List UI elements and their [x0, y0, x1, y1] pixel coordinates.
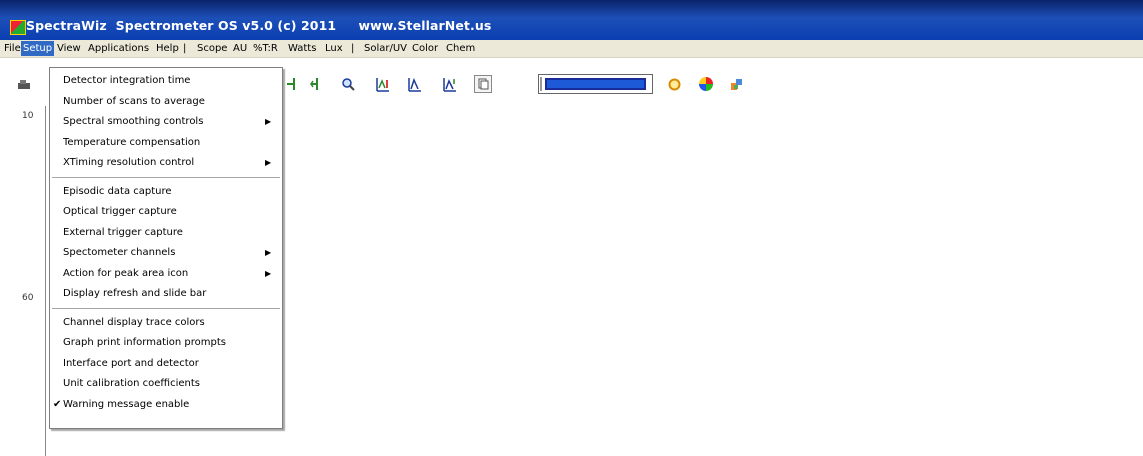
menu-watts[interactable]: Watts [286, 41, 318, 56]
submenu-arrow-icon: ▶ [265, 158, 272, 167]
menu-scope[interactable]: Scope [195, 41, 229, 56]
autoscale-icon[interactable] [373, 75, 391, 93]
menu-applications[interactable]: Applications [86, 41, 151, 56]
setup-menu-item[interactable]: ✔ Warning message enable [50, 395, 282, 415]
setup-menu-item-label: Unit calibration coefficients [63, 378, 200, 389]
menu-bar: File Setup View Applications Help | Scop… [0, 40, 1143, 58]
setup-menu-item[interactable]: Graph print information prompts [50, 333, 282, 353]
y-axis [45, 106, 46, 456]
menu-solar-uv[interactable]: Solar/UV [362, 41, 409, 56]
setup-menu-item[interactable]: Spectral smoothing controls ▶ [50, 112, 282, 132]
setup-menu-item-label: Number of scans to average [63, 95, 205, 107]
menu-color[interactable]: Color [410, 41, 440, 56]
menu-separator: | [183, 43, 187, 54]
setup-menu-item-label: Display refresh and slide bar [63, 288, 207, 299]
trace-color-swatch[interactable] [538, 74, 653, 94]
setup-dropdown-menu: Detector integration time Number of scans… [49, 67, 283, 429]
peak-area-icon[interactable] [440, 75, 458, 93]
setup-menu-item[interactable]: Optical trigger capture [50, 202, 282, 222]
setup-menu-item-label: Warning message enable [63, 398, 190, 410]
setup-menu-item-label: Temperature compensation [63, 136, 201, 148]
menu-separator [52, 176, 280, 179]
circle-icon[interactable] [665, 75, 683, 93]
setup-menu-item-label: Episodic data capture [63, 185, 172, 197]
setup-menu-item[interactable]: Spectometer channels ▶ [50, 243, 282, 263]
setup-menu-item[interactable]: Temperature compensation [50, 133, 282, 153]
setup-menu-item-label: Channel display trace colors [63, 316, 205, 328]
swatch-divider [540, 77, 542, 91]
y-tick-label: 10 [22, 111, 34, 121]
paint-icon[interactable] [728, 75, 746, 93]
setup-menu-item-label: Spectometer channels [63, 247, 176, 258]
setup-menu-item-label: Graph print information prompts [63, 337, 226, 348]
submenu-arrow-icon: ▶ [265, 248, 272, 257]
title-bar[interactable]: SpectraWiz Spectrometer OS v5.0 (c) 2011… [0, 0, 1143, 40]
menu-setup[interactable]: Setup [21, 41, 55, 56]
setup-menu-item-label: External trigger capture [63, 226, 183, 238]
menu-help[interactable]: Help [154, 41, 181, 56]
cursor-left-icon[interactable] [283, 75, 301, 93]
setup-menu-item-label: Detector integration time [63, 75, 191, 86]
submenu-arrow-icon: ▶ [265, 117, 272, 126]
color-wheel-icon[interactable] [697, 75, 715, 93]
menu-separator: | [351, 43, 355, 54]
setup-menu-item-label: Spectral smoothing controls [63, 116, 204, 127]
setup-menu-item[interactable]: External trigger capture [50, 223, 282, 243]
scope-icon[interactable] [15, 75, 33, 93]
setup-menu-item-label: XTiming resolution control [63, 157, 195, 168]
menu-au[interactable]: AU [231, 41, 249, 56]
submenu-arrow-icon: ▶ [265, 268, 272, 278]
setup-menu-item[interactable]: Display refresh and slide bar [50, 284, 282, 304]
setup-menu-item[interactable]: XTiming resolution control ▶ [50, 153, 282, 173]
copy-icon[interactable] [474, 75, 492, 93]
y-tick-label: 60 [22, 293, 34, 303]
setup-menu-item-label: Interface port and detector [63, 357, 199, 369]
setup-menu-item[interactable]: Unit calibration coefficients [50, 374, 282, 394]
menu-separator [52, 307, 280, 310]
setup-menu-item[interactable]: Action for peak area icon ▶ [50, 264, 282, 284]
app-icon [10, 20, 26, 35]
peak-icon[interactable] [405, 75, 423, 93]
menu-view[interactable]: View [55, 41, 83, 56]
trace-color-sample [545, 78, 646, 90]
setup-menu-item[interactable]: Episodic data capture [50, 182, 282, 202]
setup-menu-item[interactable]: Number of scans to average [50, 92, 282, 112]
menu-file[interactable]: File [2, 41, 23, 56]
menu-chem[interactable]: Chem [444, 41, 477, 56]
setup-menu-item[interactable]: Channel display trace colors [50, 313, 282, 333]
setup-menu-item[interactable]: Interface port and detector [50, 354, 282, 374]
cursor-right-icon[interactable] [306, 75, 324, 93]
setup-menu-item[interactable]: Detector integration time [50, 71, 282, 91]
menu-transmission[interactable]: %T:R [251, 41, 280, 56]
setup-menu-item-label: Action for peak area icon [63, 267, 189, 279]
menu-lux[interactable]: Lux [323, 41, 345, 56]
setup-menu-item-label: Optical trigger capture [63, 206, 177, 217]
checkmark-icon: ✔ [53, 398, 62, 410]
zoom-icon[interactable] [339, 75, 357, 93]
window-title: SpectraWiz Spectrometer OS v5.0 (c) 2011… [26, 18, 492, 33]
